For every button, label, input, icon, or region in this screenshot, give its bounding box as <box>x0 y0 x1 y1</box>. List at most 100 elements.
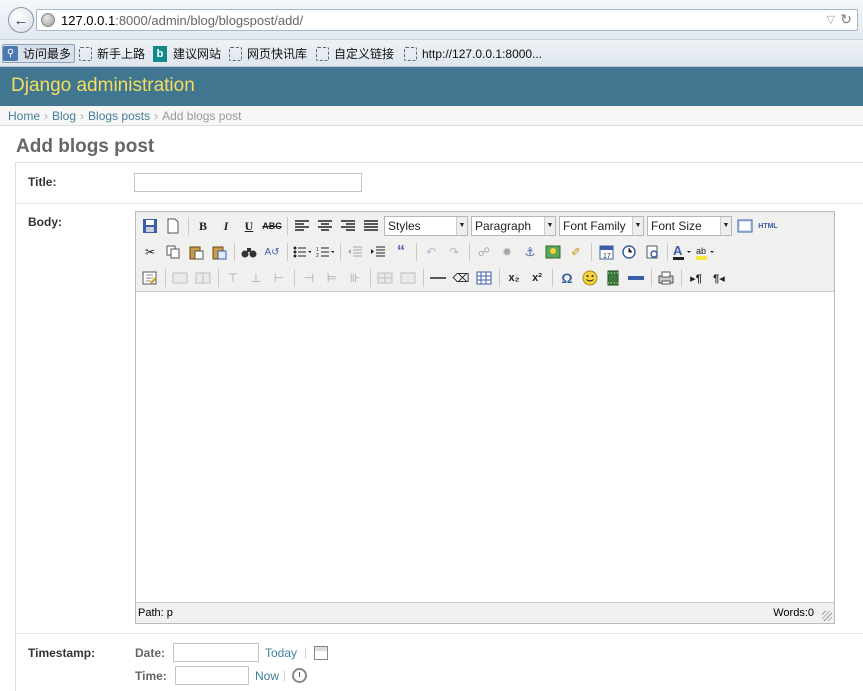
divider <box>16 203 863 204</box>
ltr-icon[interactable]: ▸¶ <box>686 268 706 288</box>
anchor-icon[interactable]: ⚓ <box>520 242 540 262</box>
editor-path: Path: p <box>138 607 173 619</box>
background-color-icon[interactable]: ab <box>695 242 715 262</box>
page-title: Add blogs post <box>16 136 155 157</box>
timestamp-label: Timestamp: <box>28 646 96 660</box>
breadcrumb-blogs-posts[interactable]: Blogs posts <box>88 109 150 123</box>
insert-column-before-icon[interactable]: ⊣ <box>299 268 319 288</box>
unlink-icon[interactable]: ✹ <box>497 242 517 262</box>
insert-row-after-icon[interactable]: ⊥ <box>246 268 266 288</box>
cell-properties-icon[interactable] <box>193 268 213 288</box>
print-icon[interactable] <box>656 268 676 288</box>
table-properties-icon[interactable] <box>140 268 160 288</box>
editor-content-area[interactable] <box>136 293 834 602</box>
preview-icon[interactable] <box>642 242 662 262</box>
bookmark-suggested-sites[interactable]: b 建议网站 <box>153 44 221 63</box>
toolbar-separator <box>499 269 500 287</box>
html-source-button[interactable]: HTML <box>758 216 778 236</box>
font-family-select[interactable]: Font Family ▼ <box>559 216 644 236</box>
insert-column-after-icon[interactable]: ⊨ <box>322 268 342 288</box>
toolbar-separator <box>234 243 235 261</box>
media-icon[interactable] <box>603 268 623 288</box>
text-color-icon[interactable]: A <box>672 242 692 262</box>
replace-icon[interactable]: A↺ <box>262 242 282 262</box>
align-left-icon[interactable] <box>292 216 312 236</box>
url-field[interactable]: 127.0.0.1:8000/admin/blog/blogspost/add/… <box>36 9 858 31</box>
bookmark-getting-started[interactable]: 新手上路 <box>79 44 145 63</box>
chevron-down-icon: ▼ <box>632 217 643 235</box>
merge-cells-icon[interactable] <box>398 268 418 288</box>
outdent-icon[interactable] <box>345 242 365 262</box>
title-input[interactable] <box>134 173 362 192</box>
special-character-icon[interactable]: Ω <box>557 268 577 288</box>
breadcrumb-separator: › <box>80 109 85 123</box>
calendar-icon[interactable] <box>314 646 328 660</box>
align-justify-icon[interactable] <box>361 216 381 236</box>
link-icon[interactable]: ☍ <box>474 242 494 262</box>
bold-icon[interactable]: B <box>193 216 213 236</box>
toolbar-separator <box>681 269 682 287</box>
bookmark-most-visited[interactable]: ⚲ 访问最多 <box>2 44 76 63</box>
fullscreen-icon[interactable] <box>735 216 755 236</box>
horizontal-rule-icon[interactable] <box>428 268 448 288</box>
url-dropdown-icon[interactable]: ▽ <box>827 13 835 26</box>
save-icon[interactable] <box>140 216 160 236</box>
new-document-icon[interactable] <box>163 216 183 236</box>
find-icon[interactable] <box>239 242 259 262</box>
toolbar-row-2: ✂ A↺ 12 “ ↶ ↷ ☍ ✹ ⚓ ✐ 17 A ab <box>140 240 718 264</box>
reload-icon[interactable]: ↻ <box>840 11 852 28</box>
undo-icon[interactable]: ↶ <box>421 242 441 262</box>
clock-icon[interactable] <box>292 668 307 683</box>
advanced-hr-icon[interactable] <box>626 268 646 288</box>
blockquote-icon[interactable]: “ <box>391 242 411 262</box>
emoticon-icon[interactable] <box>580 268 600 288</box>
breadcrumb-blog[interactable]: Blog <box>52 109 76 123</box>
remove-format-icon[interactable]: ⌫ <box>451 268 471 288</box>
page-icon <box>229 46 242 61</box>
svg-text:A: A <box>673 244 683 258</box>
format-select[interactable]: Paragraph ▼ <box>471 216 556 236</box>
superscript-icon[interactable]: x² <box>527 268 547 288</box>
underline-icon[interactable]: U <box>239 216 259 236</box>
indent-icon[interactable] <box>368 242 388 262</box>
split-cells-icon[interactable] <box>375 268 395 288</box>
bullet-list-icon[interactable] <box>292 242 312 262</box>
delete-column-icon[interactable]: ⊪ <box>345 268 365 288</box>
align-right-icon[interactable] <box>338 216 358 236</box>
insert-row-before-icon[interactable]: ⊤ <box>223 268 243 288</box>
row-properties-icon[interactable] <box>170 268 190 288</box>
toolbar-row-1: B I U ABC Styles ▼ Paragraph ▼ Font Family… <box>140 214 781 238</box>
paste-icon[interactable] <box>186 242 206 262</box>
bookmark-localhost[interactable]: http://127.0.0.1:8000... <box>404 44 542 63</box>
svg-text:ab: ab <box>696 246 706 256</box>
paste-word-icon[interactable] <box>209 242 229 262</box>
delete-row-icon[interactable]: ⊢ <box>269 268 289 288</box>
shortcut-separator: | <box>283 668 287 682</box>
align-center-icon[interactable] <box>315 216 335 236</box>
insert-time-icon[interactable] <box>619 242 639 262</box>
font-size-select[interactable]: Font Size ▼ <box>647 216 732 236</box>
redo-icon[interactable]: ↷ <box>444 242 464 262</box>
cut-icon[interactable]: ✂ <box>140 242 160 262</box>
breadcrumb-home[interactable]: Home <box>8 109 40 123</box>
time-input[interactable] <box>175 666 249 685</box>
date-input[interactable] <box>173 643 259 662</box>
visual-aid-icon[interactable] <box>474 268 494 288</box>
copy-icon[interactable] <box>163 242 183 262</box>
rtl-icon[interactable]: ¶◂ <box>709 268 729 288</box>
subscript-icon[interactable]: x₂ <box>504 268 524 288</box>
back-arrow-icon[interactable]: ← <box>8 7 34 33</box>
cleanup-icon[interactable]: ✐ <box>566 242 586 262</box>
bookmark-custom-links[interactable]: 自定义链接 <box>316 44 394 63</box>
bookmark-web-slices[interactable]: 网页快讯库 <box>229 44 307 63</box>
site-title[interactable]: Django administration <box>11 75 195 97</box>
strikethrough-icon[interactable]: ABC <box>262 216 282 236</box>
image-icon[interactable] <box>543 242 563 262</box>
resize-handle[interactable] <box>822 611 832 621</box>
insert-date-icon[interactable]: 17 <box>596 242 616 262</box>
now-link[interactable]: Now <box>255 669 279 683</box>
numbered-list-icon[interactable]: 12 <box>315 242 335 262</box>
italic-icon[interactable]: I <box>216 216 236 236</box>
today-link[interactable]: Today <box>265 646 297 660</box>
styles-select[interactable]: Styles ▼ <box>384 216 468 236</box>
